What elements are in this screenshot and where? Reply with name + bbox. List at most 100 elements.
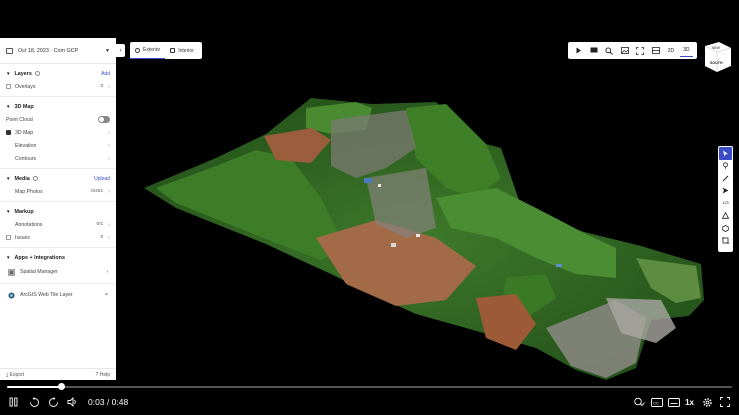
issues-count: 0 [100, 235, 104, 240]
issues-row[interactable]: Issues 0 › [0, 231, 116, 244]
compass-top-label: NEW [712, 46, 721, 50]
video-progress-bar[interactable] [7, 383, 732, 390]
issue-tool-button[interactable] [719, 210, 732, 223]
help-button[interactable]: ? Help [96, 372, 110, 378]
exterior-icon [135, 47, 140, 53]
spatial-manager-row[interactable]: Spatial Manager › [0, 264, 116, 280]
divider [0, 168, 116, 169]
measure-tool-button[interactable]: 123 [719, 197, 732, 210]
transcript-icon [634, 397, 645, 407]
orientation-cube[interactable]: NEW SOUTH [701, 40, 734, 75]
mode-3d-label: 3D [683, 47, 690, 53]
area-tool-button[interactable] [719, 235, 732, 248]
fullscreen-button[interactable] [634, 44, 647, 57]
map3d-row[interactable]: 3D Map › [0, 126, 116, 139]
annotations-row[interactable]: Annotations 0/1 › [0, 218, 116, 231]
location-pin-icon [723, 162, 728, 170]
volume-tool-button[interactable] [719, 222, 732, 235]
collapse-arrow-icon: ▼ [6, 176, 11, 181]
map3d-checkbox[interactable] [6, 130, 11, 135]
forward-button[interactable] [46, 395, 61, 410]
collapse-arrow-icon: ▼ [6, 71, 11, 76]
add-layer-button[interactable]: Add [101, 71, 110, 77]
tab-interior[interactable]: Interior [165, 42, 199, 59]
pause-button[interactable] [6, 395, 21, 410]
captions-icon: CC [650, 397, 663, 407]
captions-button[interactable]: CC [649, 395, 664, 410]
media-title: Media [14, 175, 30, 182]
apps-section-header[interactable]: ▼ Apps + Integrations [0, 251, 116, 264]
close-icon[interactable]: × [105, 292, 108, 298]
sidebar-footer: ⤓ Export ? Help [0, 368, 116, 380]
issues-checkbox[interactable] [6, 235, 11, 240]
mode-2d-button[interactable]: 2D [664, 44, 677, 57]
blue-roof-2 [556, 264, 562, 267]
map-viewport[interactable] [116, 38, 739, 380]
map3d-title: 3D Map [14, 103, 34, 110]
point-cloud-row[interactable]: Point Cloud [0, 113, 116, 126]
pencil-icon [722, 175, 729, 182]
caret-down-icon: ▼ [105, 47, 110, 54]
transcript-button[interactable] [632, 395, 647, 410]
rewind-icon [30, 396, 39, 407]
collapse-sidebar-button[interactable]: ‹ [116, 44, 125, 57]
white-roof-1 [378, 184, 381, 187]
issues-label: Issues [15, 234, 30, 241]
fullscreen-video-button[interactable] [717, 395, 732, 410]
contours-row[interactable]: Contours › [0, 152, 116, 165]
calendar-icon [6, 47, 13, 54]
help-label: Help [99, 371, 110, 378]
apps-title: Apps + Integrations [14, 254, 65, 261]
view-tabs: Exterior Interior [130, 42, 202, 59]
map-tools: 123 [718, 146, 733, 252]
overlays-row[interactable]: Overlays 0 › [0, 80, 116, 93]
chevron-right-icon: › [108, 234, 110, 241]
compass-bottom-label: SOUTH [710, 61, 723, 65]
capture-date-selector[interactable]: Oct 18, 2023 · Com GCP ▼ [0, 38, 116, 64]
draw-tool-button[interactable] [719, 172, 732, 185]
export-button[interactable]: ⤓ Export [6, 372, 24, 378]
subtitle-settings-button[interactable] [666, 395, 681, 410]
select-tool-button[interactable] [719, 147, 732, 160]
media-button[interactable] [588, 44, 601, 57]
map3d-section-header[interactable]: ▼ 3D Map [0, 100, 116, 113]
video-time: 0:03 / 0:48 [88, 397, 129, 407]
settings-button[interactable] [700, 395, 715, 410]
split-view-button[interactable] [649, 44, 662, 57]
playback-speed-button[interactable]: 1x [685, 398, 694, 407]
image-button[interactable] [618, 44, 631, 57]
chevron-right-icon: › [108, 221, 110, 228]
chevron-right-icon: › [108, 155, 110, 162]
path-tool-button[interactable] [719, 185, 732, 198]
arcgis-layer-label: ArcGIS Web Tile Layer [20, 292, 73, 298]
map-photos-label: Map Photos [15, 188, 43, 195]
zoom-button[interactable] [603, 44, 616, 57]
warning-icon [722, 212, 729, 219]
upload-button[interactable]: Upload [94, 176, 110, 182]
layers-sidebar: Oct 18, 2023 · Com GCP ▼ ▼ Layers Add Ov… [0, 38, 116, 380]
pin-tool-button[interactable] [719, 160, 732, 173]
video-scrubber-handle[interactable] [57, 383, 65, 390]
volume-button[interactable] [65, 395, 80, 410]
orientation-cube-graphic: NEW SOUTH [704, 42, 732, 72]
rewind-button[interactable] [27, 395, 42, 410]
point-cloud-toggle[interactable] [98, 116, 110, 123]
map-photos-count: 0/491 [91, 189, 104, 194]
play-button[interactable] [572, 44, 585, 57]
arcgis-layer-row[interactable]: ArcGIS Web Tile Layer × [0, 287, 116, 303]
measure-label: 123 [722, 201, 729, 206]
gear-icon [703, 397, 712, 407]
mode-3d-button[interactable]: 3D [679, 44, 693, 57]
video-progress-fill [7, 386, 62, 388]
capture-date-label: Oct 18, 2023 · Com GCP [18, 47, 79, 54]
spatial-manager-icon [8, 268, 15, 276]
overlays-checkbox[interactable] [6, 84, 11, 89]
map-photos-row[interactable]: Map Photos 0/491 › [0, 185, 116, 198]
tab-exterior[interactable]: Exterior [130, 42, 166, 59]
layers-section-header[interactable]: ▼ Layers Add [0, 67, 116, 80]
elevation-row[interactable]: Elevation › [0, 139, 116, 152]
send-icon [722, 187, 729, 194]
markup-section-header[interactable]: ▼ Markup [0, 205, 116, 218]
overlays-label: Overlays [15, 83, 36, 90]
media-section-header[interactable]: ▼ Media Upload [0, 172, 116, 185]
